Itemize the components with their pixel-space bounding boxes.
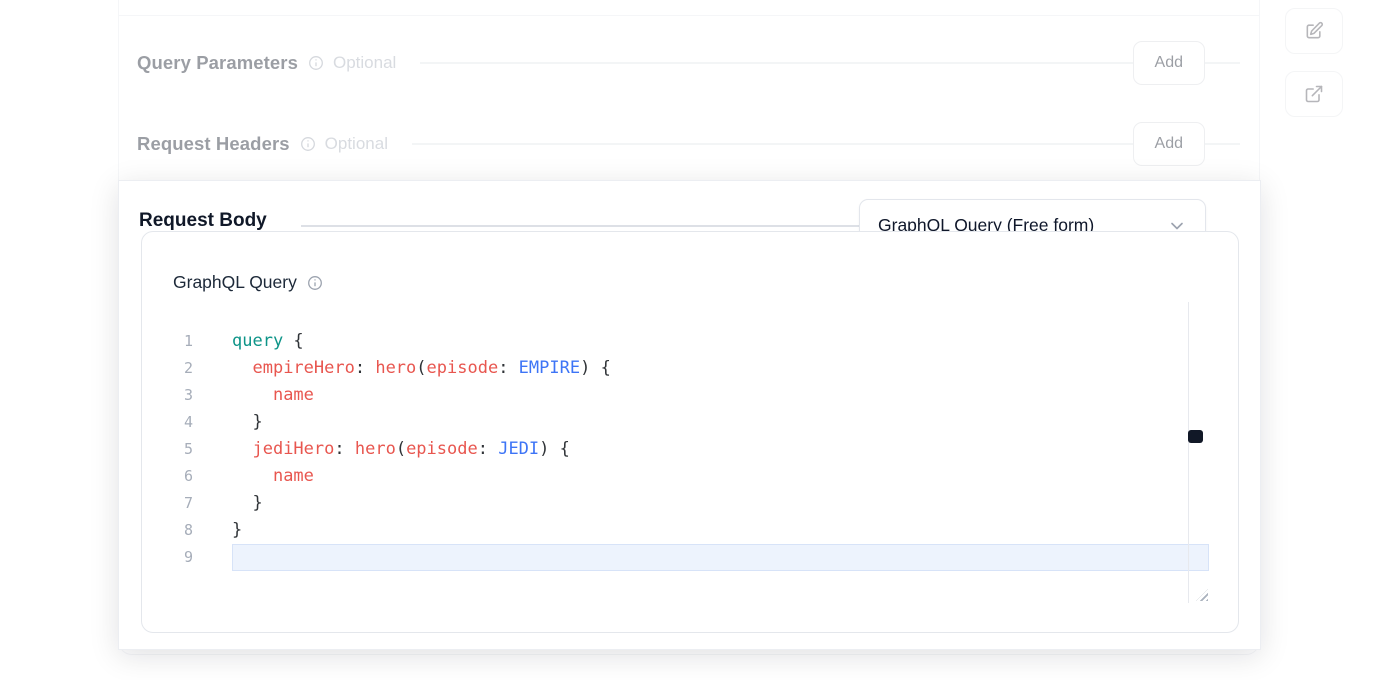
divider-line bbox=[420, 62, 1132, 64]
request-body-section: Request Body GraphQL Query (Free form) G… bbox=[118, 180, 1261, 650]
code-text: } bbox=[232, 517, 1209, 544]
code-line: 2 empireHero: hero(episode: EMPIRE) { bbox=[165, 355, 1209, 382]
code-text: empireHero: hero(episode: EMPIRE) { bbox=[232, 355, 1209, 382]
add-query-parameter-button[interactable]: Add bbox=[1133, 41, 1205, 85]
graphql-query-card: GraphQL Query 1query {2 empireHero: hero… bbox=[141, 231, 1239, 633]
divider-line bbox=[301, 225, 859, 227]
line-number: 8 bbox=[165, 517, 210, 544]
external-link-icon bbox=[1304, 84, 1324, 104]
editor-scrollbar-thumb[interactable] bbox=[1188, 430, 1203, 443]
code-text: } bbox=[232, 490, 1209, 517]
line-number: 2 bbox=[165, 355, 210, 382]
divider-line bbox=[1205, 62, 1240, 64]
code-line: 6 name bbox=[165, 463, 1209, 490]
edit-button[interactable] bbox=[1285, 8, 1343, 54]
graphql-query-label: GraphQL Query bbox=[173, 272, 297, 293]
line-number: 7 bbox=[165, 490, 210, 517]
code-line: 8} bbox=[165, 517, 1209, 544]
line-number: 5 bbox=[165, 436, 210, 463]
info-icon[interactable] bbox=[307, 275, 323, 291]
code-line: 1 query { bbox=[165, 328, 1209, 355]
add-request-header-button[interactable]: Add bbox=[1133, 122, 1205, 166]
request-headers-title: Request Headers bbox=[137, 133, 290, 155]
code-line: 5 jediHero: hero(episode: JEDI) { bbox=[165, 436, 1209, 463]
section-divider bbox=[119, 15, 1259, 16]
graphql-query-label-row: GraphQL Query bbox=[173, 272, 323, 293]
line-number: 9 bbox=[165, 544, 210, 571]
divider-line bbox=[1205, 143, 1240, 145]
line-number: 4 bbox=[165, 409, 210, 436]
graphql-editor[interactable]: 1query {2 empireHero: hero(episode: EMPI… bbox=[165, 302, 1209, 603]
line-number: 1 bbox=[165, 328, 210, 355]
api-endpoint-config-page: Query Parameters Optional Add Request He… bbox=[0, 0, 1373, 680]
code-line: 4 } bbox=[165, 409, 1209, 436]
pencil-square-icon bbox=[1304, 21, 1324, 41]
line-number: 6 bbox=[165, 463, 210, 490]
info-icon[interactable] bbox=[308, 55, 324, 71]
request-headers-section: Request Headers Optional Add bbox=[137, 122, 1240, 166]
side-action-buttons bbox=[1285, 8, 1343, 117]
code-line: 9 bbox=[165, 544, 1209, 571]
code-text: query { bbox=[232, 328, 1209, 355]
optional-label: Optional bbox=[325, 134, 388, 154]
query-parameters-title: Query Parameters bbox=[137, 52, 298, 74]
info-icon[interactable] bbox=[300, 136, 316, 152]
line-number: 3 bbox=[165, 382, 210, 409]
code-line: 7 } bbox=[165, 490, 1209, 517]
code-text: name bbox=[232, 463, 1209, 490]
editor-scrollbar-track[interactable] bbox=[1188, 302, 1189, 603]
divider-line bbox=[412, 143, 1133, 145]
code-text bbox=[232, 544, 1209, 571]
code-text: } bbox=[232, 409, 1209, 436]
code-text: jediHero: hero(episode: JEDI) { bbox=[232, 436, 1209, 463]
code-text: name bbox=[232, 382, 1209, 409]
query-parameters-section: Query Parameters Optional Add bbox=[137, 41, 1240, 85]
code-lines: 1query {2 empireHero: hero(episode: EMPI… bbox=[165, 302, 1209, 603]
open-external-button[interactable] bbox=[1285, 71, 1343, 117]
code-line: 3 name bbox=[165, 382, 1209, 409]
optional-label: Optional bbox=[333, 53, 396, 73]
request-body-title: Request Body bbox=[139, 210, 267, 232]
